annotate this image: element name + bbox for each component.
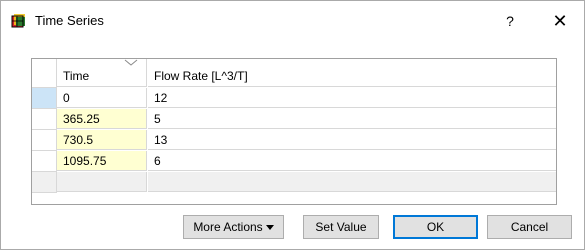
window-title: Time Series xyxy=(35,13,104,28)
app-icon xyxy=(11,14,25,28)
time-cell[interactable]: 0 xyxy=(57,88,147,108)
time-series-dialog: Time Series ? ✕ Time Flow Rate [L^3/T] 0… xyxy=(0,0,585,250)
row-header[interactable] xyxy=(32,151,57,172)
row-header[interactable] xyxy=(32,172,57,193)
new-row[interactable] xyxy=(32,172,556,193)
row-header[interactable] xyxy=(32,109,57,130)
table-corner xyxy=(32,59,57,88)
dropdown-caret-icon xyxy=(265,225,274,231)
row-header[interactable] xyxy=(32,88,57,109)
table-row[interactable]: 365.25 5 xyxy=(32,109,556,130)
close-button[interactable]: ✕ xyxy=(548,10,572,32)
time-cell[interactable]: 365.25 xyxy=(57,109,147,129)
ok-button[interactable]: OK xyxy=(393,215,478,239)
column-header-time-label: Time xyxy=(63,69,90,83)
flow-rate-cell[interactable] xyxy=(148,172,556,192)
time-cell[interactable]: 730.5 xyxy=(57,130,147,150)
title-bar: Time Series ? ✕ xyxy=(1,1,584,39)
help-button[interactable]: ? xyxy=(498,10,522,32)
table-row[interactable]: 0 12 xyxy=(32,88,556,109)
flow-rate-cell[interactable]: 5 xyxy=(148,109,556,129)
column-header-time[interactable]: Time xyxy=(57,59,147,87)
more-actions-label: More Actions xyxy=(193,220,263,234)
more-actions-button[interactable]: More Actions xyxy=(183,215,284,239)
flow-rate-cell[interactable]: 13 xyxy=(148,130,556,150)
flow-rate-cell[interactable]: 12 xyxy=(148,88,556,108)
table-row[interactable]: 730.5 13 xyxy=(32,130,556,151)
table-row[interactable]: 1095.75 6 xyxy=(32,151,556,172)
set-value-button[interactable]: Set Value xyxy=(303,215,379,239)
row-header[interactable] xyxy=(32,130,57,151)
cancel-button[interactable]: Cancel xyxy=(487,215,572,239)
sort-chevron-icon xyxy=(124,59,138,66)
column-header-flow-rate[interactable]: Flow Rate [L^3/T] xyxy=(148,59,556,87)
time-cell[interactable]: 1095.75 xyxy=(57,151,147,171)
time-series-table: Time Flow Rate [L^3/T] 0 12 365.25 5 730… xyxy=(31,58,557,205)
column-header-flow-rate-label: Flow Rate [L^3/T] xyxy=(154,69,248,83)
time-cell[interactable] xyxy=(57,172,147,192)
flow-rate-cell[interactable]: 6 xyxy=(148,151,556,171)
